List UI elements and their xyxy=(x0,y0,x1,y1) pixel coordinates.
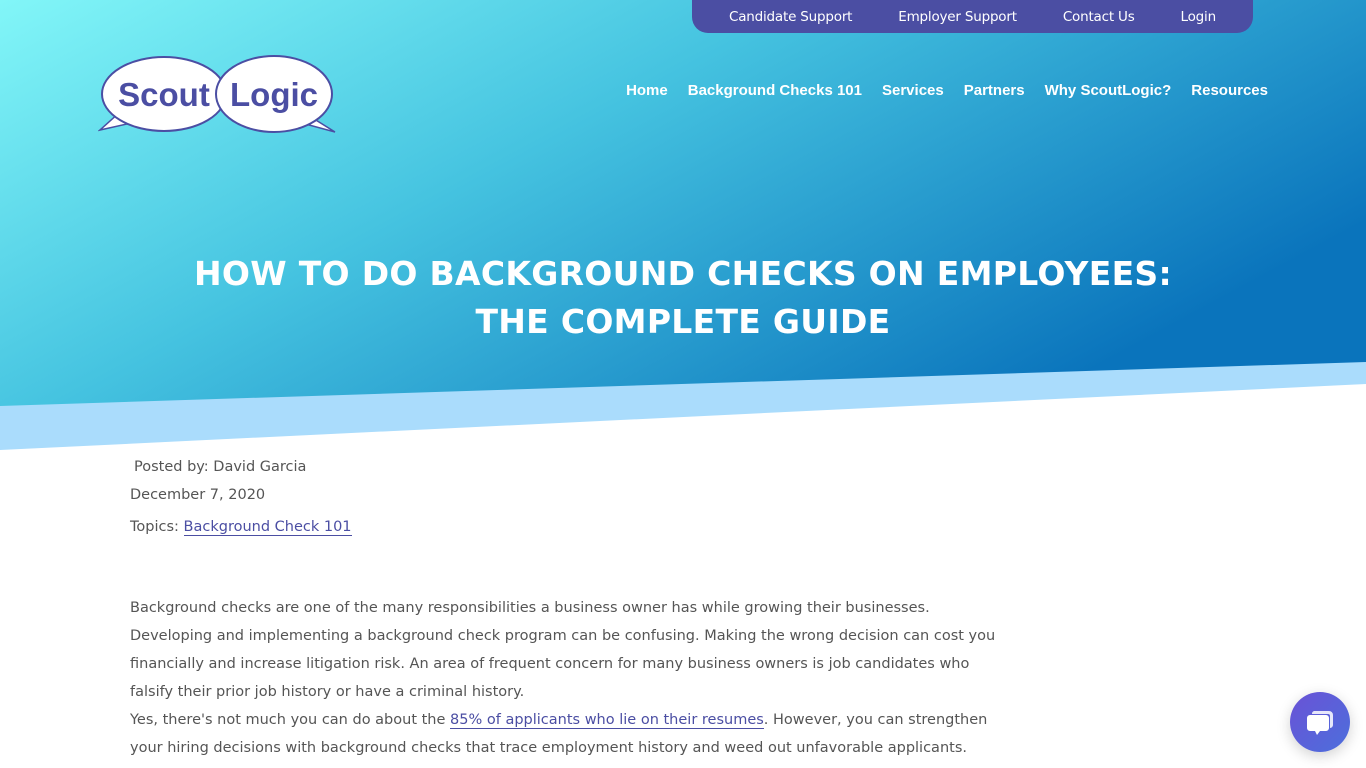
nav-home[interactable]: Home xyxy=(626,82,668,99)
article-paragraph-1: Background checks are one of the many re… xyxy=(130,600,996,700)
post-topics: Topics: Background Check 101 xyxy=(130,516,352,544)
logo-word-scout: Scout xyxy=(118,76,210,113)
nav-why-scoutlogic[interactable]: Why ScoutLogic? xyxy=(1045,82,1172,99)
nav-services[interactable]: Services xyxy=(882,82,944,99)
nav-resources[interactable]: Resources xyxy=(1191,82,1268,99)
contact-us-link[interactable]: Contact Us xyxy=(1063,9,1135,25)
article-paragraph-2: Yes, there's not much you can do about t… xyxy=(130,706,1000,762)
chat-widget-button[interactable] xyxy=(1290,692,1350,752)
page-title-line1: HOW TO DO BACKGROUND CHECKS ON EMPLOYEES… xyxy=(193,254,1172,293)
main-nav: Home Background Checks 101 Services Part… xyxy=(626,82,1268,99)
utility-nav: Candidate Support Employer Support Conta… xyxy=(692,0,1253,33)
topics-label: Topics: xyxy=(130,519,184,535)
nav-background-checks-101[interactable]: Background Checks 101 xyxy=(688,82,862,99)
login-link[interactable]: Login xyxy=(1181,9,1217,25)
paragraph-2-text-start: Yes, there's not much you can do about t… xyxy=(130,712,451,728)
post-author: Posted by: David Garcia xyxy=(134,459,307,475)
logo-word-logic: Logic xyxy=(230,76,318,113)
nav-partners[interactable]: Partners xyxy=(964,82,1025,99)
scoutlogic-logo[interactable]: Scout Logic xyxy=(97,54,338,136)
post-date: December 7, 2020 xyxy=(130,487,266,503)
employer-support-link[interactable]: Employer Support xyxy=(898,9,1017,25)
topic-link[interactable]: Background Check 101 xyxy=(183,519,352,536)
applicants-lie-link[interactable]: 85% of applicants who lie on their resum… xyxy=(450,712,764,729)
candidate-support-link[interactable]: Candidate Support xyxy=(729,9,852,25)
chat-bubbles-icon xyxy=(1307,711,1333,735)
post-meta: Posted by: David Garcia December 7, 2020… xyxy=(130,456,352,544)
logo-speech-bubbles-icon: Scout Logic xyxy=(97,55,336,133)
article-body: Background checks are one of the many re… xyxy=(130,594,1000,762)
page-title-line2: THE COMPLETE GUIDE xyxy=(475,302,891,341)
page-title: HOW TO DO BACKGROUND CHECKS ON EMPLOYEES… xyxy=(0,250,1366,346)
